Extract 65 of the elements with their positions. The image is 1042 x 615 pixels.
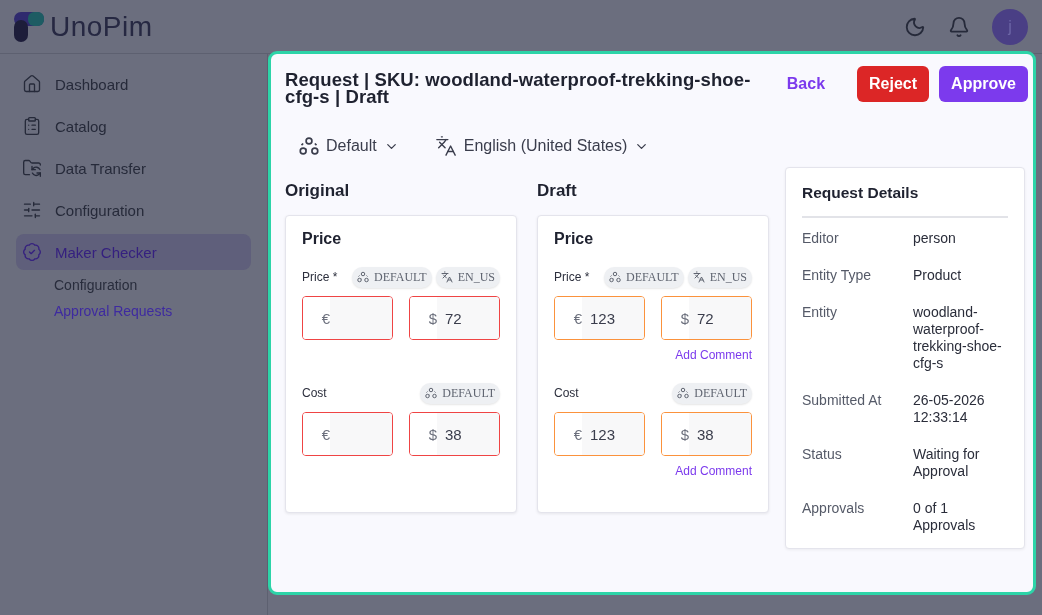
logo-icon [14, 11, 44, 42]
translate-icon [434, 135, 457, 157]
price-field[interactable]: € [302, 412, 393, 456]
detail-label: Submitted At [802, 392, 883, 410]
sidebar-subitem[interactable]: Configuration [16, 272, 251, 298]
channel-icon [357, 271, 369, 283]
channel-icon [425, 387, 438, 399]
notification-icon[interactable] [948, 15, 970, 38]
details-title: Request Details [802, 184, 1008, 218]
add-comment-link[interactable]: Add Comment [675, 348, 752, 362]
config-icon [22, 200, 42, 220]
back-link[interactable]: Back [774, 66, 838, 102]
page-title: Request | SKU: woodland-waterproof-trekking-shoe-cfg-s | Draft [285, 68, 752, 105]
translate-icon [440, 271, 453, 283]
price-field[interactable]: $ 72 [409, 296, 500, 340]
logo-text: UnoPim [50, 10, 153, 43]
price-field[interactable]: $ 72 [661, 296, 752, 340]
price-field[interactable]: € [302, 296, 393, 340]
detail-label: Entity [802, 304, 838, 322]
field-label: Price * [302, 270, 338, 284]
detail-value: 0 of 1 Approvals [913, 500, 977, 534]
card-title: Price [554, 230, 595, 248]
transfer-icon [22, 158, 42, 178]
scope-tag: DEFAULT [672, 382, 752, 404]
column-title: Original [285, 180, 351, 201]
card-title: Price [302, 230, 343, 248]
field-label: Cost [554, 386, 579, 400]
detail-value: woodland-waterproof-trekking-shoe-cfg-s [913, 304, 1003, 372]
scope-tag: DEFAULT [604, 266, 684, 288]
home-icon [22, 74, 42, 94]
checker-icon [22, 242, 42, 262]
column-title: Draft [537, 180, 578, 201]
reject-button[interactable]: Reject [857, 66, 930, 102]
detail-value: Product [913, 267, 963, 284]
detail-value: person [913, 230, 957, 247]
scope-tag: EN_US [687, 266, 752, 288]
detail-label: Entity Type [802, 267, 872, 284]
sidebar-item[interactable]: Data Transfer [16, 150, 251, 186]
channel-icon [677, 387, 690, 399]
sidebar-item[interactable]: Dashboard [16, 66, 251, 102]
field-label: Cost [302, 386, 327, 400]
locale-selector[interactable]: English (United States) [434, 135, 650, 157]
field-label: Price * [554, 270, 590, 284]
detail-value: 26-05-2026 12:33:14 [913, 392, 986, 426]
price-field[interactable]: € 123 [554, 412, 645, 456]
channel-selector[interactable]: Default [299, 136, 399, 156]
scope-tag: DEFAULT [352, 266, 432, 288]
scope-tag: DEFAULT [420, 382, 500, 404]
detail-label: Approvals [802, 500, 866, 518]
price-field[interactable]: € 123 [554, 296, 645, 340]
channel-icon [299, 136, 319, 156]
translate-icon [692, 271, 705, 283]
catalog-icon [22, 116, 42, 136]
sidebar-item[interactable]: Configuration [16, 192, 251, 228]
price-field[interactable]: $ 38 [409, 412, 500, 456]
sidebar-item[interactable]: Catalog [16, 108, 251, 144]
price-field[interactable]: $ 38 [661, 412, 752, 456]
channel-icon [609, 271, 621, 283]
scope-tag: EN_US [435, 266, 500, 288]
detail-label: Status [802, 446, 843, 464]
add-comment-link[interactable]: Add Comment [675, 464, 752, 478]
dark-mode-icon[interactable] [904, 15, 926, 38]
detail-label: Editor [802, 230, 840, 247]
approve-button[interactable]: Approve [939, 66, 1028, 102]
detail-value: Waiting for Approval [913, 446, 981, 480]
